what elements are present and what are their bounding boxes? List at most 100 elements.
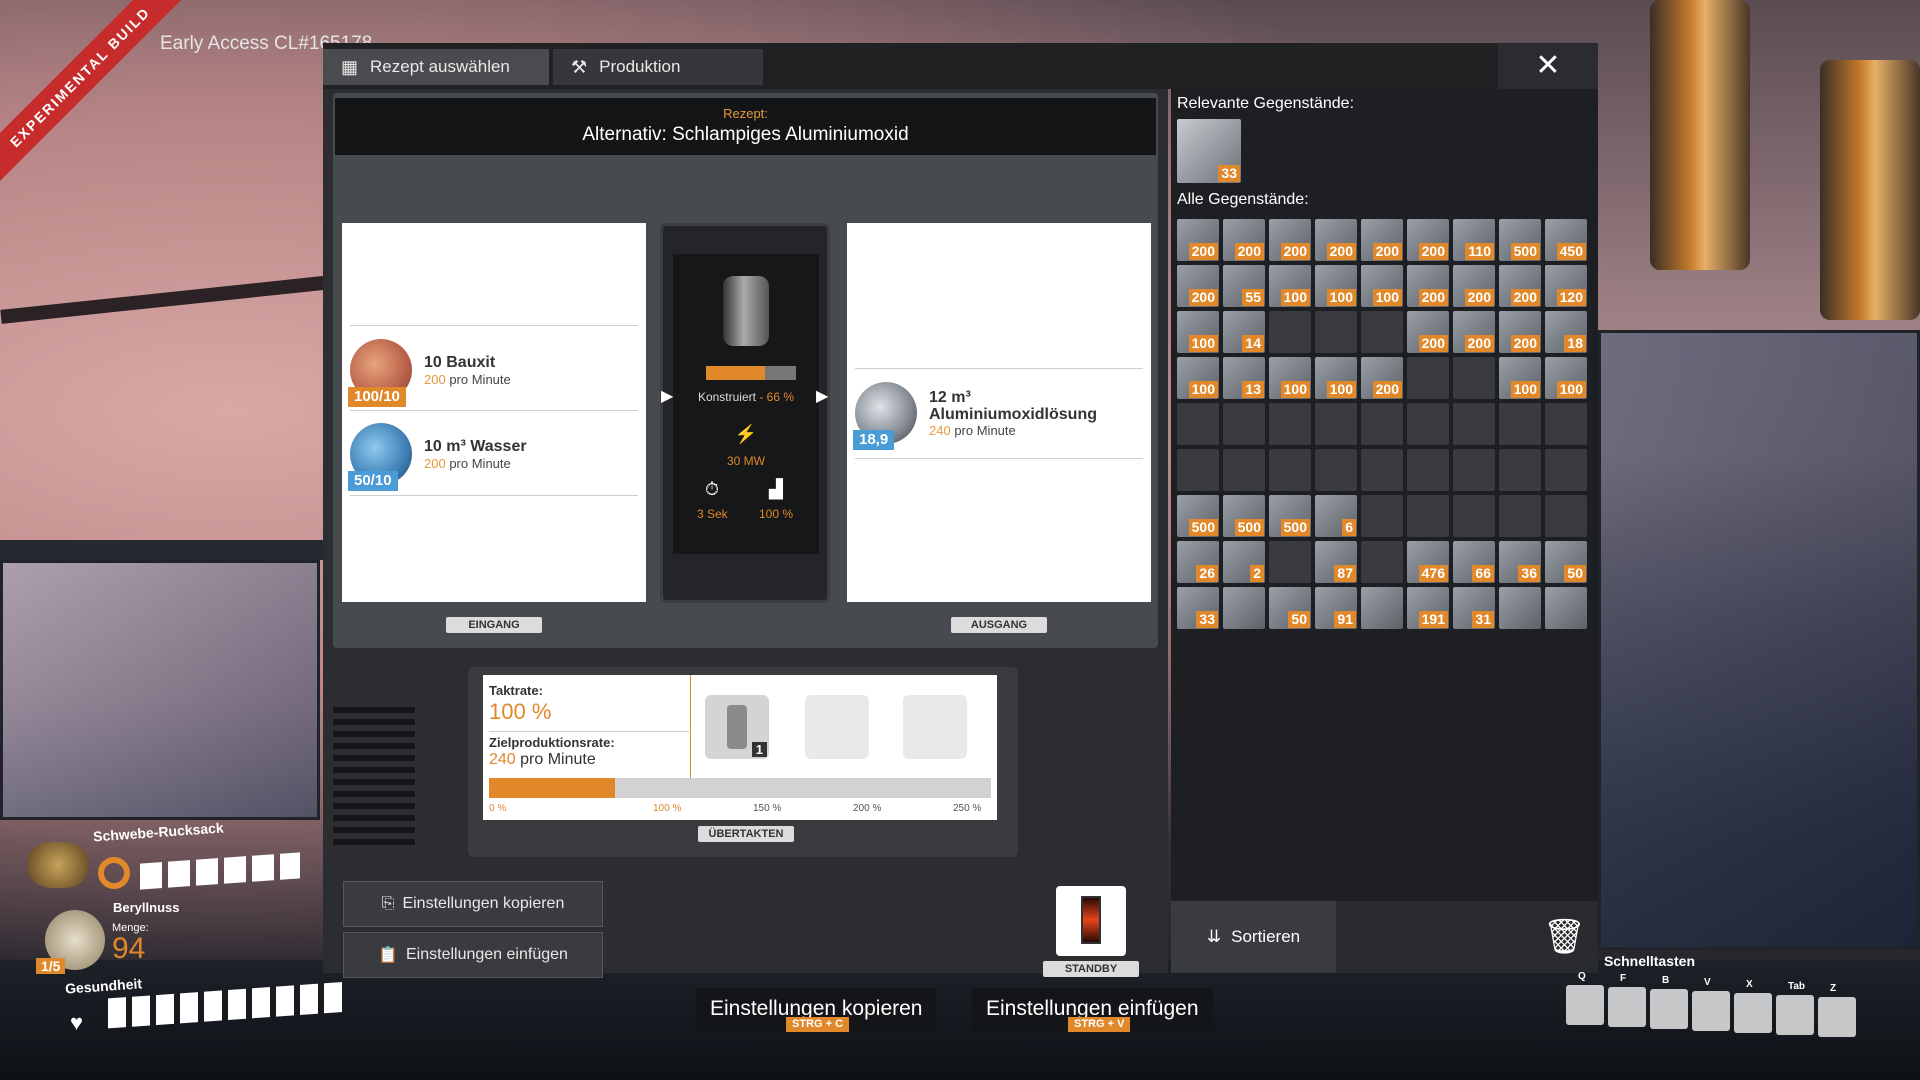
item-slot[interactable]: 100 <box>1499 357 1541 399</box>
item-slot[interactable]: 31 <box>1453 587 1495 629</box>
item-slot[interactable]: 87 <box>1315 541 1357 583</box>
item-slot[interactable]: 200 <box>1499 311 1541 353</box>
overclock-button[interactable]: ÜBERTAKTEN <box>698 826 794 842</box>
item-slot[interactable]: 13 <box>1223 357 1265 399</box>
item-slot[interactable] <box>1453 449 1495 491</box>
item-slot[interactable]: 6 <box>1315 495 1357 537</box>
item-slot[interactable] <box>1361 541 1403 583</box>
sort-button[interactable]: ⇊ Sortieren <box>1171 901 1336 973</box>
item-slot[interactable] <box>1499 587 1541 629</box>
item-slot[interactable]: 91 <box>1315 587 1357 629</box>
shortcut-slot[interactable]: Q <box>1566 971 1604 1025</box>
item-slot[interactable]: 200 <box>1407 265 1449 307</box>
item-slot[interactable]: 120 <box>1545 265 1587 307</box>
item-slot[interactable] <box>1269 541 1311 583</box>
item-slot[interactable]: 100 <box>1315 357 1357 399</box>
item-slot[interactable]: 500 <box>1269 495 1311 537</box>
item-slot[interactable] <box>1453 495 1495 537</box>
item-slot[interactable]: 200 <box>1177 219 1219 261</box>
item-slot[interactable]: 26 <box>1177 541 1219 583</box>
copy-settings-button[interactable]: ⎘ Einstellungen kopieren <box>343 881 603 927</box>
item-slot[interactable] <box>1223 587 1265 629</box>
item-slot[interactable] <box>1315 311 1357 353</box>
item-slot[interactable] <box>1407 403 1449 445</box>
item-slot[interactable]: 200 <box>1499 265 1541 307</box>
shortcut-slot[interactable]: F <box>1608 973 1646 1027</box>
item-slot[interactable] <box>1453 403 1495 445</box>
power-shard-slot[interactable] <box>805 695 869 759</box>
item-slot[interactable]: 200 <box>1269 219 1311 261</box>
item-slot[interactable]: 36 <box>1499 541 1541 583</box>
item-slot[interactable]: 33 <box>1177 587 1219 629</box>
item-slot[interactable]: 100 <box>1177 357 1219 399</box>
clock-value[interactable]: 100 % <box>489 699 551 725</box>
item-slot[interactable] <box>1361 403 1403 445</box>
item-slot[interactable]: 476 <box>1407 541 1449 583</box>
item-slot[interactable] <box>1361 495 1403 537</box>
relevant-item[interactable]: 33 <box>1177 119 1241 183</box>
item-slot[interactable] <box>1545 587 1587 629</box>
item-slot[interactable]: 191 <box>1407 587 1449 629</box>
overclock-slider[interactable] <box>489 778 991 798</box>
item-slot[interactable] <box>1407 449 1449 491</box>
item-slot[interactable] <box>1361 587 1403 629</box>
item-slot[interactable] <box>1223 403 1265 445</box>
item-slot[interactable]: 100 <box>1269 265 1311 307</box>
item-slot[interactable] <box>1545 403 1587 445</box>
item-slot[interactable]: 200 <box>1407 311 1449 353</box>
item-slot[interactable]: 100 <box>1361 265 1403 307</box>
item-slot[interactable]: 18 <box>1545 311 1587 353</box>
tab-production[interactable]: ⚒ Produktion <box>553 49 763 85</box>
item-slot[interactable]: 200 <box>1361 219 1403 261</box>
item-slot[interactable]: 100 <box>1545 357 1587 399</box>
item-slot[interactable] <box>1177 403 1219 445</box>
item-slot[interactable]: 500 <box>1177 495 1219 537</box>
item-slot[interactable] <box>1545 449 1587 491</box>
item-slot[interactable]: 2 <box>1223 541 1265 583</box>
input-item-wasser[interactable]: 50/10 10 m³ Wasser 200 pro Minute <box>348 417 527 491</box>
item-slot[interactable] <box>1453 357 1495 399</box>
item-slot[interactable]: 450 <box>1545 219 1587 261</box>
item-slot[interactable]: 200 <box>1407 219 1449 261</box>
item-slot[interactable] <box>1223 449 1265 491</box>
item-slot[interactable] <box>1269 311 1311 353</box>
item-slot[interactable] <box>1499 403 1541 445</box>
item-slot[interactable]: 50 <box>1545 541 1587 583</box>
item-slot[interactable] <box>1269 449 1311 491</box>
item-slot[interactable] <box>1361 449 1403 491</box>
target-rate[interactable]: 240 pro Minute <box>489 751 596 769</box>
item-slot[interactable]: 200 <box>1223 219 1265 261</box>
item-slot[interactable]: 100 <box>1269 357 1311 399</box>
item-slot[interactable]: 200 <box>1315 219 1357 261</box>
item-slot[interactable]: 500 <box>1499 219 1541 261</box>
item-slot[interactable]: 200 <box>1177 265 1219 307</box>
shortcut-slot[interactable]: Z <box>1818 983 1856 1037</box>
item-slot[interactable]: 55 <box>1223 265 1265 307</box>
item-slot[interactable] <box>1269 403 1311 445</box>
tab-select-recipe[interactable]: ▦ Rezept auswählen <box>323 49 549 85</box>
standby-switch[interactable] <box>1056 886 1126 956</box>
item-slot[interactable]: 200 <box>1453 265 1495 307</box>
item-slot[interactable]: 200 <box>1361 357 1403 399</box>
item-slot[interactable] <box>1545 495 1587 537</box>
item-slot[interactable] <box>1177 449 1219 491</box>
output-item[interactable]: 18,9 12 m³ Aluminiumoxidlösung 240 pro M… <box>853 376 1119 450</box>
item-slot[interactable]: 50 <box>1269 587 1311 629</box>
power-shard-slot[interactable]: 1 <box>705 695 769 759</box>
power-shard-slot[interactable] <box>903 695 967 759</box>
item-slot[interactable] <box>1361 311 1403 353</box>
item-slot[interactable]: 100 <box>1315 265 1357 307</box>
shortcut-slot[interactable]: X <box>1734 979 1772 1033</box>
trash-icon[interactable]: 🗑 <box>1543 915 1586 959</box>
item-slot[interactable]: 110 <box>1453 219 1495 261</box>
item-slot[interactable] <box>1315 449 1357 491</box>
item-slot[interactable] <box>1499 449 1541 491</box>
shortcut-slot[interactable]: B <box>1650 975 1688 1029</box>
item-slot[interactable] <box>1315 403 1357 445</box>
item-slot[interactable] <box>1407 495 1449 537</box>
item-slot[interactable]: 100 <box>1177 311 1219 353</box>
item-slot[interactable]: 200 <box>1453 311 1495 353</box>
item-slot[interactable]: 66 <box>1453 541 1495 583</box>
shortcut-slot[interactable]: Tab <box>1776 981 1814 1035</box>
item-slot[interactable] <box>1407 357 1449 399</box>
